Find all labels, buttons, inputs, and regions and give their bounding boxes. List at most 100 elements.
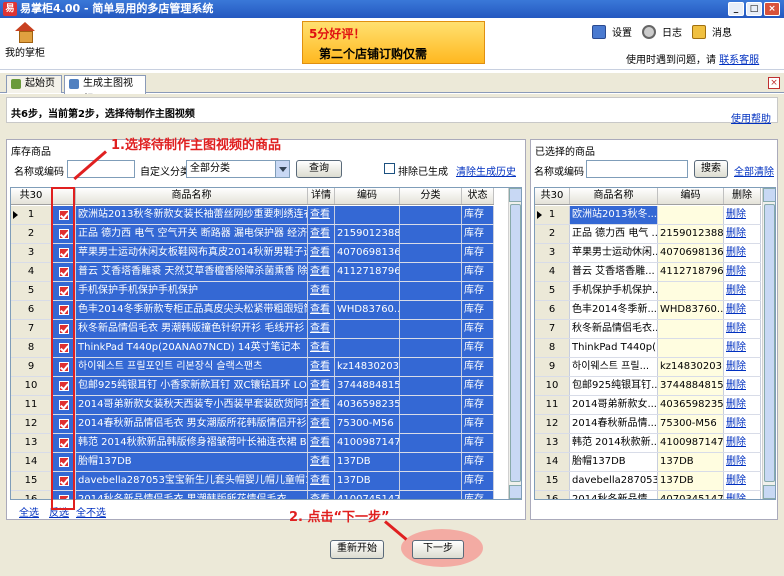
view-detail-link[interactable]: 查看 <box>308 339 335 357</box>
view-detail-link[interactable]: 查看 <box>308 396 335 414</box>
table-row[interactable]: 3 苹果男士运动休闲女板鞋网布真皮2014秋新男鞋子透... 查看 407069813… <box>11 244 494 263</box>
delete-link[interactable]: 删除 <box>724 206 761 224</box>
log-button[interactable]: 日志 <box>642 24 682 39</box>
scroll-thumb[interactable] <box>510 204 521 482</box>
view-detail-link[interactable]: 查看 <box>308 434 335 452</box>
view-detail-link[interactable]: 查看 <box>308 225 335 243</box>
delete-link[interactable]: 删除 <box>724 434 761 452</box>
table-row[interactable]: 7 秋冬新品情侣毛衣 男潮韩版撞色针织开衫 毛线开衫 ... 查看 库存 <box>11 320 494 339</box>
scroll-down-icon[interactable] <box>763 485 775 499</box>
table-row[interactable]: 6 色丰2014冬季新款专柜正品真皮尖头松紧带粗跟短筒... 查看 WHD83760.… <box>11 301 494 320</box>
minimize-button[interactable]: _ <box>728 2 744 16</box>
view-detail-link[interactable]: 查看 <box>308 491 335 499</box>
usage-help-link[interactable]: 使用帮助 <box>731 110 771 125</box>
delete-link[interactable]: 删除 <box>724 301 761 319</box>
query-button[interactable]: 查询 <box>296 160 342 178</box>
settings-button[interactable]: 设置 <box>592 24 632 39</box>
selected-row[interactable]: 4 普云 艾香塔香雕... 41127187964 删除 <box>535 263 761 282</box>
selected-row[interactable]: 5 手机保护手机保护... 删除 <box>535 282 761 301</box>
row-checkbox[interactable] <box>52 301 76 319</box>
row-checkbox[interactable] <box>52 339 76 357</box>
row-checkbox[interactable] <box>52 358 76 376</box>
restart-button[interactable]: 重新开始 <box>330 540 384 559</box>
delete-link[interactable]: 删除 <box>724 244 761 262</box>
view-detail-link[interactable]: 查看 <box>308 377 335 395</box>
selected-row[interactable]: 6 色丰2014冬季新... WHD83760... 删除 <box>535 301 761 320</box>
view-detail-link[interactable]: 查看 <box>308 263 335 281</box>
table-row[interactable]: 14 胎帽137DB 查看 137DB 库存 <box>11 453 494 472</box>
row-checkbox[interactable] <box>52 377 76 395</box>
next-step-button[interactable]: 下一步 <box>412 540 464 559</box>
selected-row[interactable]: 8 ThinkPad T440p(... 删除 <box>535 339 761 358</box>
selected-row[interactable]: 9 하이웨스트 프릴... kz14830203 删除 <box>535 358 761 377</box>
right-scrollbar[interactable] <box>762 188 775 499</box>
selected-row[interactable]: 14 胎帽137DB 137DB 删除 <box>535 453 761 472</box>
selected-row[interactable]: 12 2014春秋新品情... 75300-M56 删除 <box>535 415 761 434</box>
table-row[interactable]: 8 ThinkPad T440p(20ANA07NCD) 14英寸笔记本（i3..… <box>11 339 494 358</box>
delete-link[interactable]: 删除 <box>724 339 761 357</box>
exclude-generated-checkbox[interactable] <box>384 163 395 174</box>
select-none-link[interactable]: 全不选 <box>76 504 106 519</box>
delete-link[interactable]: 删除 <box>724 358 761 376</box>
table-row[interactable]: 10 包邮925纯银耳钉 小香家新款耳钉 双C镶钻耳环 LOG... 查看 37448… <box>11 377 494 396</box>
row-checkbox[interactable] <box>52 320 76 338</box>
row-checkbox[interactable] <box>52 282 76 300</box>
selected-row[interactable]: 10 包邮925纯银耳钉... 37448848159 删除 <box>535 377 761 396</box>
clear-all-link[interactable]: 全部清除 <box>734 163 774 178</box>
delete-link[interactable]: 删除 <box>724 491 761 499</box>
tab-generate-video[interactable]: 生成主图视频 <box>64 75 146 105</box>
selected-row[interactable]: 16 2014秋冬新品情... 40703451471 删除 <box>535 491 761 499</box>
selected-row[interactable]: 1 欧洲站2013秋冬... 删除 <box>535 206 761 225</box>
delete-link[interactable]: 删除 <box>724 282 761 300</box>
view-detail-link[interactable]: 查看 <box>308 282 335 300</box>
table-row[interactable]: 2 正品 德力西 电气 空气开关 断路器 漏电保护器 经济... 查看 2159012… <box>11 225 494 244</box>
delete-link[interactable]: 删除 <box>724 472 761 490</box>
row-checkbox[interactable] <box>52 263 76 281</box>
row-checkbox[interactable] <box>52 434 76 452</box>
row-checkbox[interactable] <box>52 206 76 224</box>
home-button[interactable]: 我的掌柜 <box>4 22 46 59</box>
promo-banner[interactable]: 5分好评！ 第二个店铺订购仅需 <box>302 21 485 64</box>
scroll-down-icon[interactable] <box>509 485 521 499</box>
scroll-up-icon[interactable] <box>763 188 775 202</box>
selected-row[interactable]: 2 正品 德力西 电气 ... 21590123884 删除 <box>535 225 761 244</box>
table-row[interactable]: 1 欧洲站2013秋冬新款女装长袖蕾丝网纱重要刺绣连衣... 查看 库存 <box>11 206 494 225</box>
right-search-input[interactable] <box>586 160 688 178</box>
table-row[interactable]: 15 davebella287053宝宝新生儿套头帽婴儿帽儿童帽137... 查看 1… <box>11 472 494 491</box>
messages-button[interactable]: 消息 <box>692 24 732 39</box>
row-checkbox[interactable] <box>52 415 76 433</box>
delete-link[interactable]: 删除 <box>724 320 761 338</box>
maximize-button[interactable]: □ <box>746 2 762 16</box>
table-row[interactable]: 4 普云 艾香塔香雕裘 天然艾草香檀香除障杀菌熏香 除... 查看 411271879… <box>11 263 494 282</box>
view-detail-link[interactable]: 查看 <box>308 415 335 433</box>
search-button[interactable]: 搜索 <box>694 160 728 178</box>
contact-support-link[interactable]: 联系客服 <box>719 55 759 66</box>
invert-selection-link[interactable]: 反选 <box>49 504 69 519</box>
left-scrollbar[interactable] <box>508 188 521 499</box>
view-detail-link[interactable]: 查看 <box>308 206 335 224</box>
select-all-link[interactable]: 全选 <box>19 504 39 519</box>
selected-row[interactable]: 13 韩范 2014秋款新... 41009871471 删除 <box>535 434 761 453</box>
clear-history-link[interactable]: 清除生成历史 <box>456 163 516 178</box>
delete-link[interactable]: 删除 <box>724 377 761 395</box>
view-detail-link[interactable]: 查看 <box>308 320 335 338</box>
table-row[interactable]: 16 2014秋冬新品情侣毛衣 男潮韩版所花情侣毛衣 ... 查看 410074514… <box>11 491 494 499</box>
row-checkbox[interactable] <box>52 244 76 262</box>
row-checkbox[interactable] <box>52 453 76 471</box>
delete-link[interactable]: 删除 <box>724 225 761 243</box>
view-detail-link[interactable]: 查看 <box>308 472 335 490</box>
scroll-up-icon[interactable] <box>509 188 521 202</box>
table-row[interactable]: 11 2014哥弟新款女装秋天西装专小西装早套装欧货阿玛... 查看 40365982… <box>11 396 494 415</box>
close-tab-button[interactable]: × <box>768 77 780 89</box>
delete-link[interactable]: 删除 <box>724 415 761 433</box>
tab-start-page[interactable]: 起始页 <box>6 75 62 93</box>
row-checkbox[interactable] <box>52 396 76 414</box>
scroll-thumb[interactable] <box>764 204 775 482</box>
category-select[interactable]: 全部分类 <box>186 160 290 178</box>
selected-row[interactable]: 15 davebella287053...137DB删除 <box>535 472 761 491</box>
table-row[interactable]: 9 하이웨스트 프릴포인트 리본장식 슬랙스팬츠 查看 kz14830203 库存 <box>11 358 494 377</box>
selected-row[interactable]: 11 2014哥弟新款女... 40365982351 删除 <box>535 396 761 415</box>
row-checkbox[interactable] <box>52 472 76 490</box>
view-detail-link[interactable]: 查看 <box>308 358 335 376</box>
delete-link[interactable]: 删除 <box>724 396 761 414</box>
